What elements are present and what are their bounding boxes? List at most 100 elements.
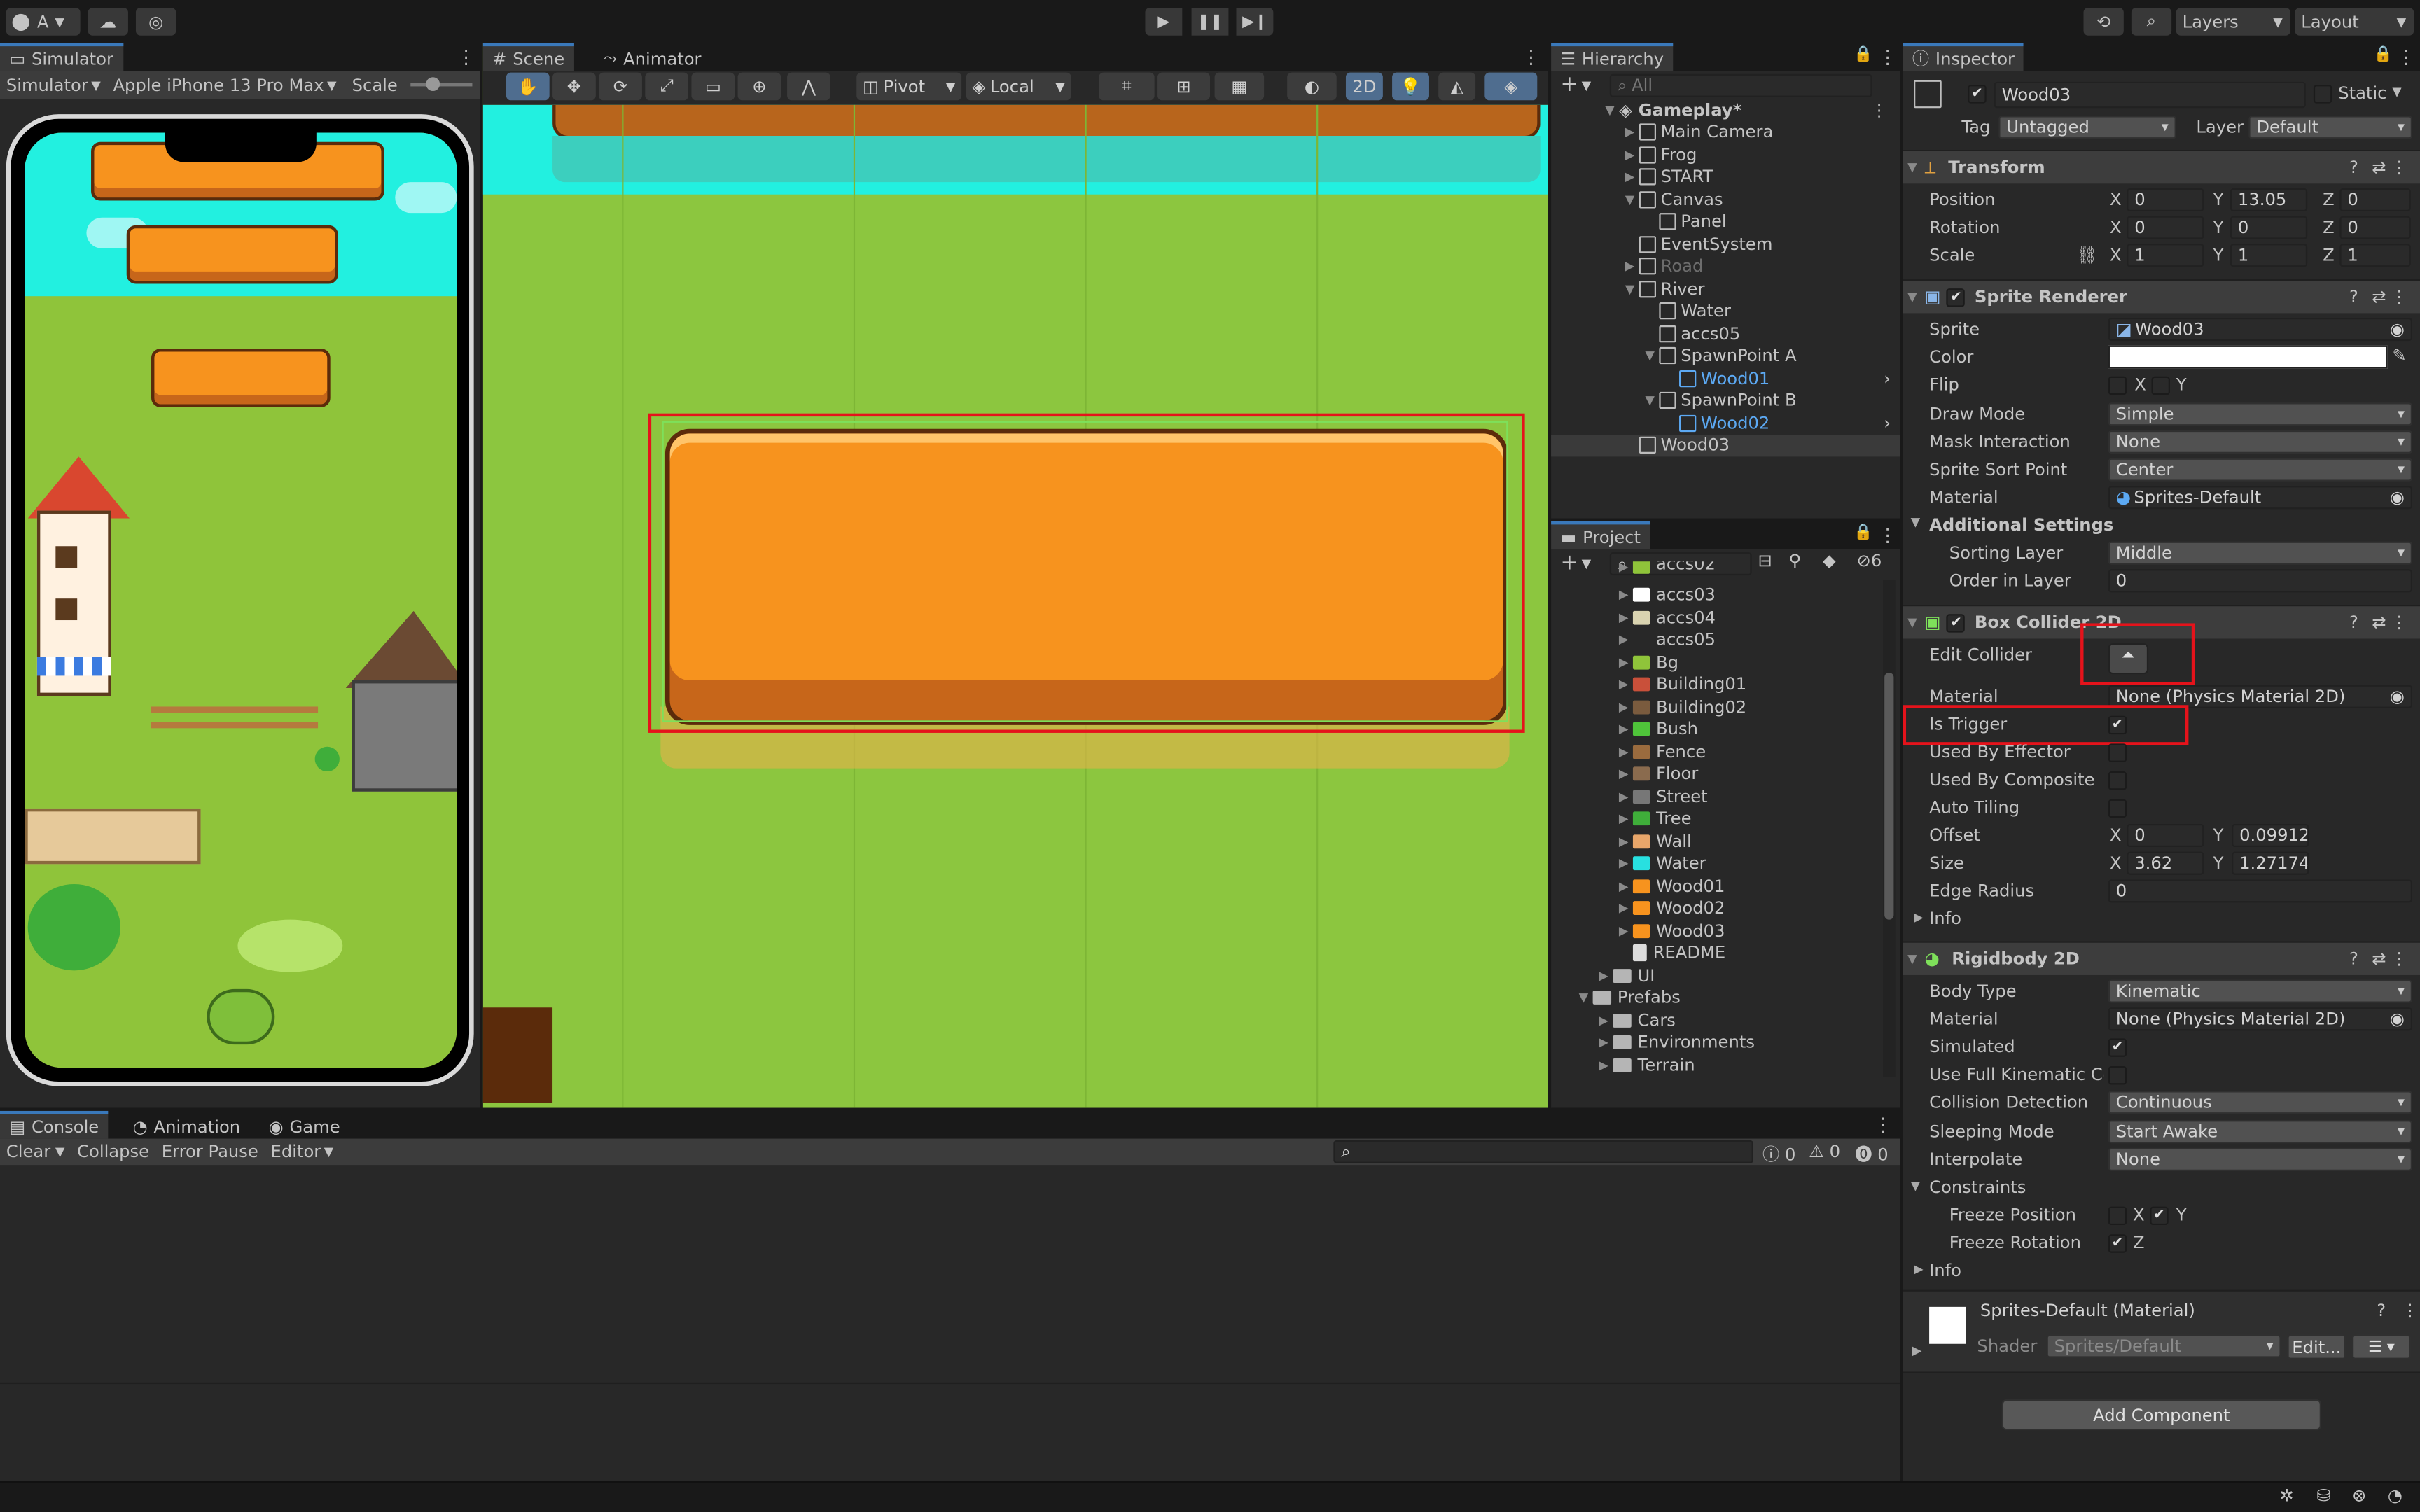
chevron-right-icon[interactable]: ▶: [1912, 1344, 1922, 1358]
size-y-input[interactable]: 1.271745: [2232, 851, 2309, 875]
hierarchy-item[interactable]: ▼ ◈ Gameplay* ⋮: [1551, 99, 1900, 121]
chevron-right-icon[interactable]: ▶: [1620, 170, 1639, 184]
used-by-composite-checkbox[interactable]: [2108, 771, 2127, 790]
project-item[interactable]: ▶ Street: [1552, 785, 1884, 808]
chevron-right-icon[interactable]: ▶: [1614, 633, 1632, 647]
transform-tool-button[interactable]: ⊕: [737, 72, 781, 101]
object-picker-icon[interactable]: ◉: [2390, 1009, 2405, 1029]
chevron-down-icon[interactable]: ▼: [1911, 1179, 1921, 1193]
chevron-right-icon[interactable]: ›: [1884, 413, 1891, 433]
collab-button[interactable]: ◎: [135, 8, 176, 36]
help-icon[interactable]: ?: [2349, 287, 2358, 307]
lighting-toggle[interactable]: 💡: [1392, 72, 1429, 101]
hierarchy-item[interactable]: EventSystem: [1551, 233, 1900, 255]
editor-dropdown[interactable]: Editor: [271, 1142, 321, 1162]
sprite-field[interactable]: ◪ Wood03 ◉: [2108, 318, 2412, 342]
scale-x-input[interactable]: 1: [2127, 244, 2204, 267]
object-picker-icon[interactable]: ◉: [2390, 487, 2405, 507]
progress-icon[interactable]: ◔: [2388, 1486, 2402, 1506]
hierarchy-item[interactable]: ▼ Canvas: [1551, 188, 1900, 211]
project-item[interactable]: ▶ Bush: [1552, 718, 1884, 741]
freeze-rotation-z-checkbox[interactable]: ✔: [2108, 1234, 2127, 1253]
chevron-right-icon[interactable]: ▶: [1594, 1014, 1613, 1028]
chevron-right-icon[interactable]: ▶: [1614, 857, 1632, 871]
simulator-menu-icon[interactable]: ⋮: [457, 46, 475, 68]
full-kinematic-checkbox[interactable]: [2108, 1066, 2127, 1085]
game-viewport[interactable]: [25, 132, 457, 1068]
chevron-right-icon[interactable]: ▶: [1614, 834, 1632, 848]
hierarchy-item[interactable]: Wood01 ›: [1551, 368, 1900, 390]
chevron-down-icon[interactable]: ▼: [1911, 515, 1921, 529]
scene-menu-icon[interactable]: ⋮: [1870, 100, 1887, 120]
collider-info-foldout[interactable]: Info: [1929, 909, 1961, 929]
size-x-input[interactable]: 3.62: [2127, 851, 2204, 875]
constrain-proportions-icon[interactable]: ⛓: [2075, 245, 2097, 265]
position-x-input[interactable]: 0: [2127, 188, 2204, 211]
flip-y-checkbox[interactable]: [2151, 376, 2170, 396]
chevron-right-icon[interactable]: ▶: [1614, 812, 1632, 826]
rigidbody-info-foldout[interactable]: Info: [1929, 1261, 1961, 1281]
warning-count-toggle[interactable]: ⚠ 0: [1809, 1142, 1840, 1162]
static-dropdown-icon[interactable]: ▾: [2392, 80, 2401, 102]
log-count-toggle[interactable]: ⓘ 0: [1762, 1142, 1795, 1166]
object-name-input[interactable]: Wood03: [1994, 81, 2306, 108]
presets-icon[interactable]: ⇄: [2372, 612, 2386, 633]
gizmos-toggle[interactable]: ◈: [1484, 72, 1538, 101]
constraints-foldout[interactable]: Constraints: [1929, 1177, 2026, 1198]
add-icon[interactable]: +: [1560, 73, 1578, 97]
tab-project[interactable]: ▬ Project: [1551, 521, 1650, 550]
chevron-right-icon[interactable]: ▶: [1914, 910, 1924, 924]
tab-animation[interactable]: ◔ Animation: [123, 1111, 249, 1139]
chevron-down-icon[interactable]: ▼: [1601, 103, 1619, 117]
device-dropdown[interactable]: Apple iPhone 13 Pro Max: [113, 75, 324, 95]
chevron-right-icon[interactable]: ▶: [1594, 969, 1613, 983]
layers-dropdown[interactable]: Layers ▼: [2176, 8, 2290, 36]
audio-toggle[interactable]: ◭: [1438, 72, 1476, 101]
hierarchy-item[interactable]: ▼ SpawnPoint B: [1551, 390, 1900, 412]
cloud-button[interactable]: ☁: [88, 8, 128, 36]
sleeping-mode-dropdown[interactable]: Start Awake: [2108, 1120, 2412, 1144]
hierarchy-item[interactable]: ▶ START: [1551, 166, 1900, 188]
hierarchy-menu-icon[interactable]: ⋮: [1878, 46, 1896, 68]
mask-interaction-dropdown[interactable]: None: [2108, 430, 2412, 454]
hierarchy-item[interactable]: ▶ Main Camera: [1551, 121, 1900, 144]
component-menu-icon[interactable]: ⋮: [2391, 612, 2407, 633]
project-item[interactable]: ▶ Environments: [1552, 1031, 1884, 1054]
tab-console[interactable]: ▤ Console: [0, 1110, 109, 1139]
draw-mode-dropdown[interactable]: Simple: [2108, 402, 2412, 426]
help-icon[interactable]: ?: [2349, 949, 2358, 969]
interpolate-dropdown[interactable]: None: [2108, 1147, 2412, 1171]
hierarchy-item[interactable]: ▶ Frog: [1551, 144, 1900, 166]
transform-header[interactable]: ▼ ⟂ Transform ? ⇄ ⋮: [1903, 149, 2420, 184]
chevron-down-icon[interactable]: ▼: [1641, 349, 1659, 363]
shader-options-button[interactable]: ☰ ▾: [2352, 1334, 2411, 1359]
project-item[interactable]: ▶ Wood03: [1552, 920, 1884, 942]
project-item[interactable]: README: [1552, 942, 1884, 965]
grid-snap-button[interactable]: ⌗: [1099, 72, 1155, 101]
body-type-dropdown[interactable]: Kinematic: [2108, 979, 2412, 1003]
simulated-checkbox[interactable]: ✔: [2108, 1038, 2127, 1057]
project-item[interactable]: ▶ Wood01: [1552, 875, 1884, 897]
project-item[interactable]: ▶ accs03: [1552, 584, 1884, 606]
inspector-menu-icon[interactable]: ⋮: [2397, 46, 2415, 68]
shader-dropdown[interactable]: Sprites/Default: [2046, 1334, 2281, 1358]
chevron-right-icon[interactable]: ▶: [1614, 610, 1632, 624]
tag-dropdown[interactable]: Untagged: [1998, 115, 2176, 139]
project-item[interactable]: ▶ Floor: [1552, 763, 1884, 785]
hierarchy-item[interactable]: ▼ River: [1551, 278, 1900, 300]
rotate-tool-button[interactable]: ⟳: [599, 72, 642, 101]
console-menu-icon[interactable]: ⋮: [1874, 1114, 1892, 1135]
help-icon[interactable]: ?: [2349, 612, 2358, 633]
component-menu-icon[interactable]: ⋮: [2391, 158, 2407, 178]
chevron-down-icon[interactable]: ▼: [1620, 192, 1639, 206]
hand-tool-button[interactable]: ✋: [506, 72, 550, 101]
rotation-y-input[interactable]: 0: [2230, 216, 2308, 239]
chevron-right-icon[interactable]: ▶: [1614, 745, 1632, 759]
offset-x-input[interactable]: 0: [2127, 823, 2204, 848]
2d-toggle-button[interactable]: 2D: [1345, 72, 1383, 101]
freeze-position-y-checkbox[interactable]: ✔: [2150, 1206, 2169, 1226]
chevron-right-icon[interactable]: ▶: [1614, 561, 1632, 574]
collapse-button[interactable]: Collapse: [77, 1142, 149, 1162]
increment-snap-button[interactable]: ⊞: [1157, 72, 1210, 101]
account-dropdown[interactable]: A ▼: [6, 8, 81, 36]
